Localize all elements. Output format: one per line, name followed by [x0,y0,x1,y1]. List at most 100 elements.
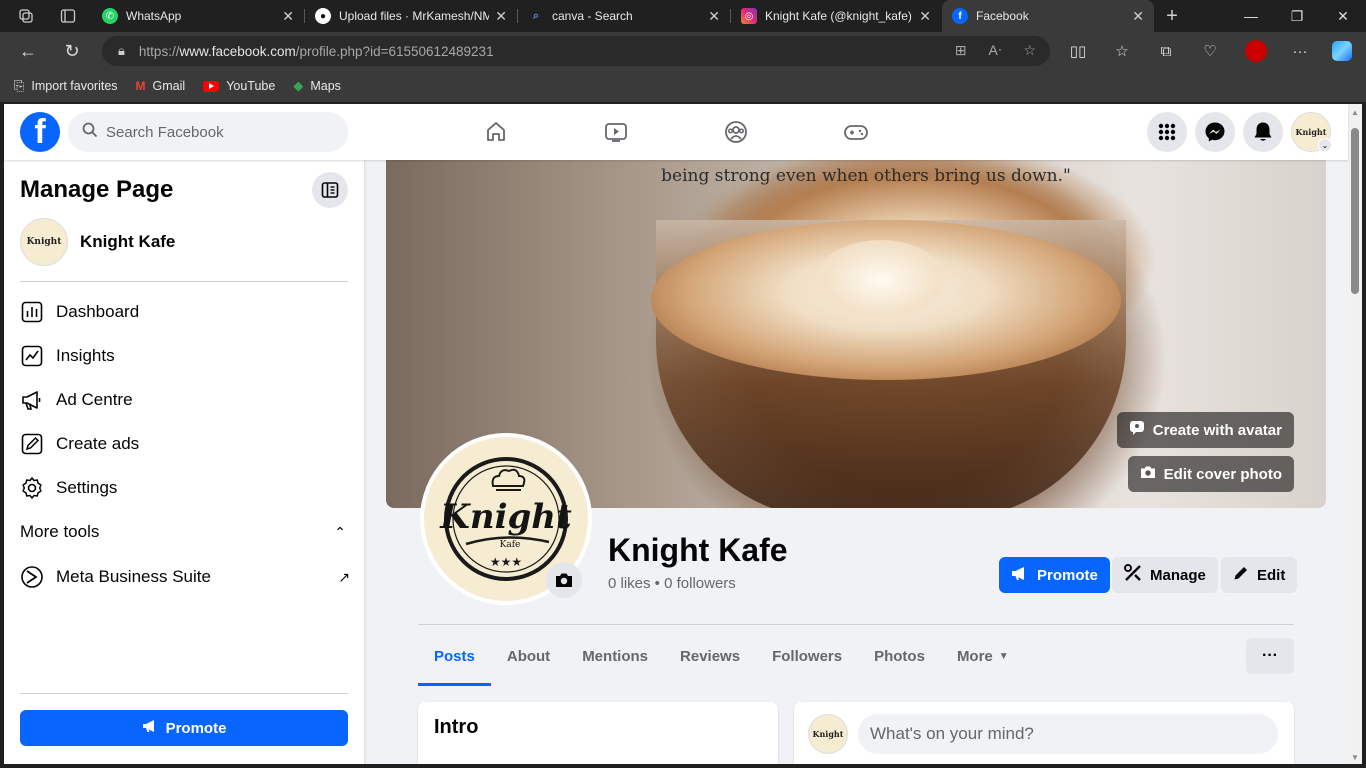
window-close-button[interactable]: ✕ [1320,0,1366,32]
logo-subtext: Kafe [499,540,521,550]
read-aloud-icon[interactable]: Aᐧ [989,42,1002,59]
tab-github[interactable]: ● Upload files · MrKamesh/NM ✕ [305,0,517,32]
edit-cover-photo-button[interactable]: Edit cover photo [1127,456,1294,492]
menu-grid-button[interactable] [1147,112,1187,152]
composer-input[interactable]: What's on your mind? [858,714,1278,754]
promote-label: Promote [165,719,227,737]
tab-title: Facebook [976,9,1029,23]
collapse-panel-button[interactable] [312,172,348,208]
cover-quote: being strong even when others bring us d… [661,166,1071,186]
megaphone-icon [142,719,158,737]
promote-button[interactable]: Promote [20,710,348,746]
facebook-logo[interactable]: f [20,112,60,152]
scroll-down-icon[interactable]: ▼ [1351,753,1359,762]
edit-button[interactable]: Edit [1221,557,1298,593]
close-icon[interactable]: ✕ [282,8,294,25]
page-scrollbar[interactable]: ▲ ▼ [1348,104,1362,768]
favorite-star-icon[interactable]: ☆ [1023,42,1036,59]
update-profile-picture-button[interactable] [546,562,582,598]
favorite-youtube[interactable]: YouTube [203,79,275,93]
composer-avatar: Knight [808,714,848,754]
latte-art [816,240,946,320]
bell-icon [1254,122,1272,141]
favorite-maps[interactable]: ◆ Maps [293,78,341,94]
favorite-label: Gmail [152,79,186,93]
menu-item-insights[interactable]: Insights [20,336,350,376]
search-input[interactable] [106,123,326,141]
tab-about[interactable]: About [491,626,566,686]
messenger-button[interactable] [1195,112,1235,152]
menu-item-create-ads[interactable]: Create ads [20,424,350,464]
home-icon[interactable] [482,118,510,146]
video-icon[interactable] [602,118,630,146]
url-text[interactable]: https://www.facebook.com/profile.php?id=… [139,44,494,59]
close-icon[interactable]: ✕ [1132,8,1144,25]
menu-item-meta-business-suite[interactable]: Meta Business Suite ↗ [20,557,350,597]
chevron-down-icon[interactable]: ⌄ [1318,138,1332,152]
menu-item-settings[interactable]: Settings [20,468,350,508]
app-available-icon[interactable]: ⊞ [955,42,967,59]
chevron-up-icon[interactable]: ⌃ [334,524,350,541]
page-stats[interactable]: 0 likes • 0 followers [608,575,736,592]
tab-actions-icon[interactable] [54,2,82,30]
instagram-icon: ◎ [741,8,757,24]
tab-followers[interactable]: Followers [756,626,858,686]
close-icon[interactable]: ✕ [919,8,931,25]
close-icon[interactable]: ✕ [495,8,507,25]
notifications-button[interactable] [1243,112,1283,152]
minimize-button[interactable]: — [1228,0,1274,32]
workspaces-icon[interactable] [12,2,40,30]
tab-more-label: More [956,647,993,665]
menu-item-label: Insights [56,346,115,365]
menu-item-ad-centre[interactable]: Ad Centre [20,380,350,420]
more-options-button[interactable]: ··· [1246,638,1294,674]
manage-button[interactable]: Manage [1112,557,1218,593]
create-with-avatar-button[interactable]: Create with avatar [1116,412,1294,448]
favorite-import[interactable]: ⎘ Import favorites [14,78,118,94]
intro-title: Intro [434,716,479,738]
tab-canva-search[interactable]: ⌕ canva - Search ✕ [518,0,730,32]
refresh-button[interactable]: ↻ [58,37,86,65]
svg-text:★★★: ★★★ [490,555,522,569]
scroll-up-icon[interactable]: ▲ [1351,108,1359,117]
profile-tabs: Posts About Mentions Reviews Followers P… [418,626,1025,686]
more-tools-header[interactable]: More tools ⌃ [20,522,350,542]
facebook-search[interactable] [68,112,348,152]
favorite-gmail[interactable]: M Gmail [136,79,186,93]
promote-action-button[interactable]: Promote [999,557,1110,593]
scrollbar-thumb[interactable] [1351,128,1359,294]
groups-icon[interactable] [722,118,750,146]
extension-icon[interactable] [1242,37,1270,65]
gear-icon [20,476,44,500]
lock-icon[interactable]: 🔒︎ [118,43,125,59]
favorites-icon[interactable]: ☆ [1108,37,1136,65]
more-menu-icon[interactable]: ··· [1286,37,1314,65]
grid-icon [1158,123,1176,141]
tab-posts[interactable]: Posts [418,626,491,686]
address-bar[interactable]: 🔒︎ https://www.facebook.com/profile.php?… [102,36,1050,66]
tab-more[interactable]: More ▼ [941,626,1025,686]
tab-instagram[interactable]: ◎ Knight Kafe (@knight_kafe) ✕ [731,0,941,32]
tab-mentions[interactable]: Mentions [566,626,664,686]
edit-cover-label: Edit cover photo [1163,465,1282,483]
back-button[interactable]: ← [14,37,42,65]
health-icon[interactable]: ♡ [1196,37,1224,65]
tab-whatsapp[interactable]: ✆ WhatsApp ✕ [92,0,304,32]
tab-photos[interactable]: Photos [858,626,941,686]
new-tab-button[interactable]: + [1158,2,1186,30]
tab-facebook[interactable]: f Facebook ✕ [942,0,1154,32]
restore-button[interactable]: ❐ [1274,0,1320,32]
gaming-icon[interactable] [842,118,870,146]
menu-item-dashboard[interactable]: Dashboard [20,292,350,332]
copilot-icon[interactable] [1328,37,1356,65]
collections-icon[interactable]: ⧉ [1152,37,1180,65]
split-screen-icon[interactable]: ▯▯ [1064,37,1092,65]
favorites-bar: ⎘ Import favorites M Gmail YouTube ◆ Map… [0,70,1366,102]
page-switcher[interactable]: Knight Knight Kafe [20,218,175,266]
close-icon[interactable]: ✕ [708,8,720,25]
dashboard-icon [20,300,44,324]
megaphone-icon [20,388,44,412]
facebook-header: f Knight ⌄ [4,104,1348,160]
tab-reviews[interactable]: Reviews [664,626,756,686]
favorite-label: Maps [310,79,341,93]
